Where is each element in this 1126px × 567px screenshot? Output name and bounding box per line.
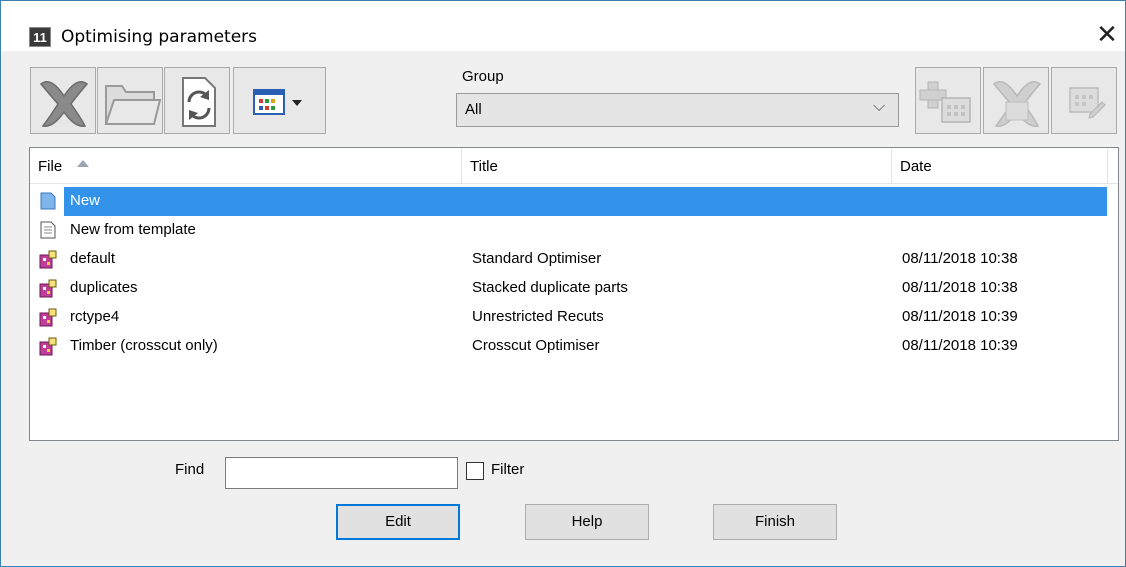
delete-group-icon — [992, 81, 1042, 127]
find-input[interactable] — [225, 457, 458, 489]
filter-label[interactable]: Filter — [491, 461, 524, 478]
title-bar: 11 Optimising parameters ✕ — [1, 1, 1125, 51]
list-item[interactable]: New from template — [30, 216, 1118, 245]
delete-button[interactable] — [30, 67, 96, 134]
column-header-title[interactable]: Title — [462, 148, 892, 184]
delete-group-button[interactable] — [983, 67, 1049, 134]
list-header: File Title Date — [30, 148, 1118, 184]
add-group-icon — [919, 81, 971, 123]
edit-button[interactable]: Edit — [336, 504, 460, 540]
refresh-button[interactable] — [164, 67, 230, 134]
chevron-down-icon: ⌵ — [873, 98, 886, 115]
help-button[interactable]: Help — [525, 504, 649, 540]
list-item[interactable]: Timber (crosscut only) Crosscut Optimise… — [30, 332, 1118, 361]
parameters-list[interactable]: File Title Date New New from template de… — [29, 147, 1119, 441]
list-item[interactable]: New — [30, 187, 1118, 216]
edit-group-icon — [1069, 87, 1106, 119]
optimising-parameters-dialog: 11 Optimising parameters ✕ Group All ⌵ F… — [0, 0, 1126, 567]
template-document-icon — [40, 221, 56, 239]
chevron-down-icon — [292, 100, 302, 106]
parameter-file-icon — [39, 250, 57, 269]
group-dropdown[interactable]: All ⌵ — [456, 93, 899, 127]
refresh-icon — [182, 77, 216, 127]
window-title: Optimising parameters — [61, 27, 257, 47]
app-icon: 11 — [29, 27, 51, 47]
parameter-file-icon — [39, 279, 57, 298]
open-folder-button[interactable] — [97, 67, 163, 134]
parameter-file-icon — [39, 337, 57, 356]
edit-group-button[interactable] — [1051, 67, 1117, 134]
list-item[interactable]: duplicates Stacked duplicate parts 08/11… — [30, 274, 1118, 303]
column-header-date[interactable]: Date — [892, 148, 1108, 184]
parameter-file-icon — [39, 308, 57, 327]
close-button[interactable]: ✕ — [1095, 22, 1119, 48]
sort-ascending-icon — [77, 160, 89, 167]
view-options-button[interactable] — [233, 67, 326, 134]
new-document-icon — [40, 192, 56, 210]
column-header-file[interactable]: File — [30, 148, 462, 184]
view-options-icon — [253, 89, 302, 115]
filter-checkbox[interactable] — [466, 462, 484, 480]
group-label: Group — [462, 68, 504, 85]
list-item[interactable]: rctype4 Unrestricted Recuts 08/11/2018 1… — [30, 303, 1118, 332]
add-group-button[interactable] — [915, 67, 981, 134]
finish-button[interactable]: Finish — [713, 504, 837, 540]
group-dropdown-value: All — [465, 101, 482, 118]
find-label: Find — [175, 461, 205, 478]
list-item[interactable]: default Standard Optimiser 08/11/2018 10… — [30, 245, 1118, 274]
delete-icon — [39, 81, 89, 127]
folder-open-icon — [104, 85, 162, 125]
